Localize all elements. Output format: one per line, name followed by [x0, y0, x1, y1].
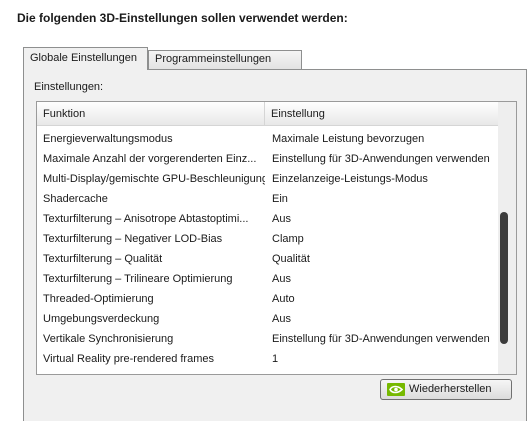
- restore-button-label: Wiederherstellen: [409, 383, 492, 395]
- tab-program-settings[interactable]: Programmeinstellungen: [148, 50, 302, 70]
- nvidia-logo-icon: [387, 383, 405, 396]
- row-feature: Shadercache: [43, 193, 108, 205]
- restore-button[interactable]: Wiederherstellen: [380, 379, 512, 400]
- row-feature: Texturfilterung – Trilineare Optimierung: [43, 273, 233, 285]
- row-feature: Umgebungsverdeckung: [43, 313, 160, 325]
- tab-global-settings[interactable]: Globale Einstellungen: [23, 47, 148, 70]
- row-setting-value[interactable]: Ein: [272, 189, 497, 209]
- row-feature: Texturfilterung – Qualität: [43, 253, 163, 265]
- settings-label: Einstellungen:: [34, 81, 104, 93]
- table-row[interactable]: Maximale Anzahl der vorgerenderten Einz.…: [37, 149, 497, 169]
- table-row[interactable]: Multi-Display/gemischte GPU-Beschleunigu…: [37, 169, 497, 189]
- row-setting-value[interactable]: Clamp: [272, 229, 497, 249]
- table-row[interactable]: Virtual Reality pre-rendered frames 1: [37, 349, 497, 369]
- row-feature: Multi-Display/gemischte GPU-Beschleunigu…: [43, 173, 265, 185]
- settings-table: Funktion Einstellung Energieverwaltungsm…: [36, 101, 517, 375]
- vertical-scrollbar[interactable]: [498, 102, 516, 374]
- row-feature: Energieverwaltungsmodus: [43, 133, 173, 145]
- table-row[interactable]: Vertikale Synchronisierung Einstellung fü…: [37, 329, 497, 349]
- row-setting-value[interactable]: Maximale Leistung bevorzugen: [272, 129, 497, 149]
- page-heading: Die folgenden 3D-Einstellungen sollen ve…: [17, 11, 348, 25]
- table-row[interactable]: Texturfilterung – Negativer LOD-Bias Clam…: [37, 229, 497, 249]
- settings-panel: Einstellungen: Funktion Einstellung Ener…: [23, 69, 527, 421]
- table-row[interactable]: Energieverwaltungsmodus Maximale Leistung…: [37, 129, 497, 149]
- row-setting-value[interactable]: Aus: [272, 309, 497, 329]
- row-setting-value[interactable]: Einstellung für 3D-Anwendungen verwenden: [272, 149, 497, 169]
- table-row[interactable]: Threaded-Optimierung Auto: [37, 289, 497, 309]
- row-feature: Virtual Reality pre-rendered frames: [43, 353, 214, 365]
- row-setting-value[interactable]: Einstellung für 3D-Anwendungen verwenden: [272, 329, 497, 349]
- table-row[interactable]: Texturfilterung – Trilineare Optimierung…: [37, 269, 497, 289]
- table-row[interactable]: Umgebungsverdeckung Aus: [37, 309, 497, 329]
- row-setting-value[interactable]: Einzelanzeige-Leistungs-Modus: [272, 169, 497, 189]
- column-header-setting[interactable]: Einstellung: [265, 102, 502, 126]
- table-row[interactable]: Shadercache Ein: [37, 189, 497, 209]
- column-header-feature[interactable]: Funktion: [37, 102, 265, 126]
- row-setting-value[interactable]: Qualität: [272, 249, 497, 269]
- row-setting-value[interactable]: Auto: [272, 289, 497, 309]
- row-setting-value[interactable]: 1: [272, 349, 497, 369]
- row-feature: Maximale Anzahl der vorgerenderten Einz.…: [43, 153, 257, 165]
- row-feature: Texturfilterung – Anisotrope Abtastoptim…: [43, 213, 249, 225]
- row-feature: Vertikale Synchronisierung: [43, 333, 174, 345]
- row-setting-value[interactable]: Aus: [272, 209, 497, 229]
- scrollbar-thumb[interactable]: [500, 212, 508, 344]
- row-setting-value[interactable]: Aus: [272, 269, 497, 289]
- row-feature: Texturfilterung – Negativer LOD-Bias: [43, 233, 223, 245]
- row-feature: Threaded-Optimierung: [43, 293, 154, 305]
- table-header: Funktion Einstellung: [37, 102, 516, 126]
- table-row[interactable]: Texturfilterung – Anisotrope Abtastoptim…: [37, 209, 497, 229]
- table-row[interactable]: Texturfilterung – Qualität Qualität: [37, 249, 497, 269]
